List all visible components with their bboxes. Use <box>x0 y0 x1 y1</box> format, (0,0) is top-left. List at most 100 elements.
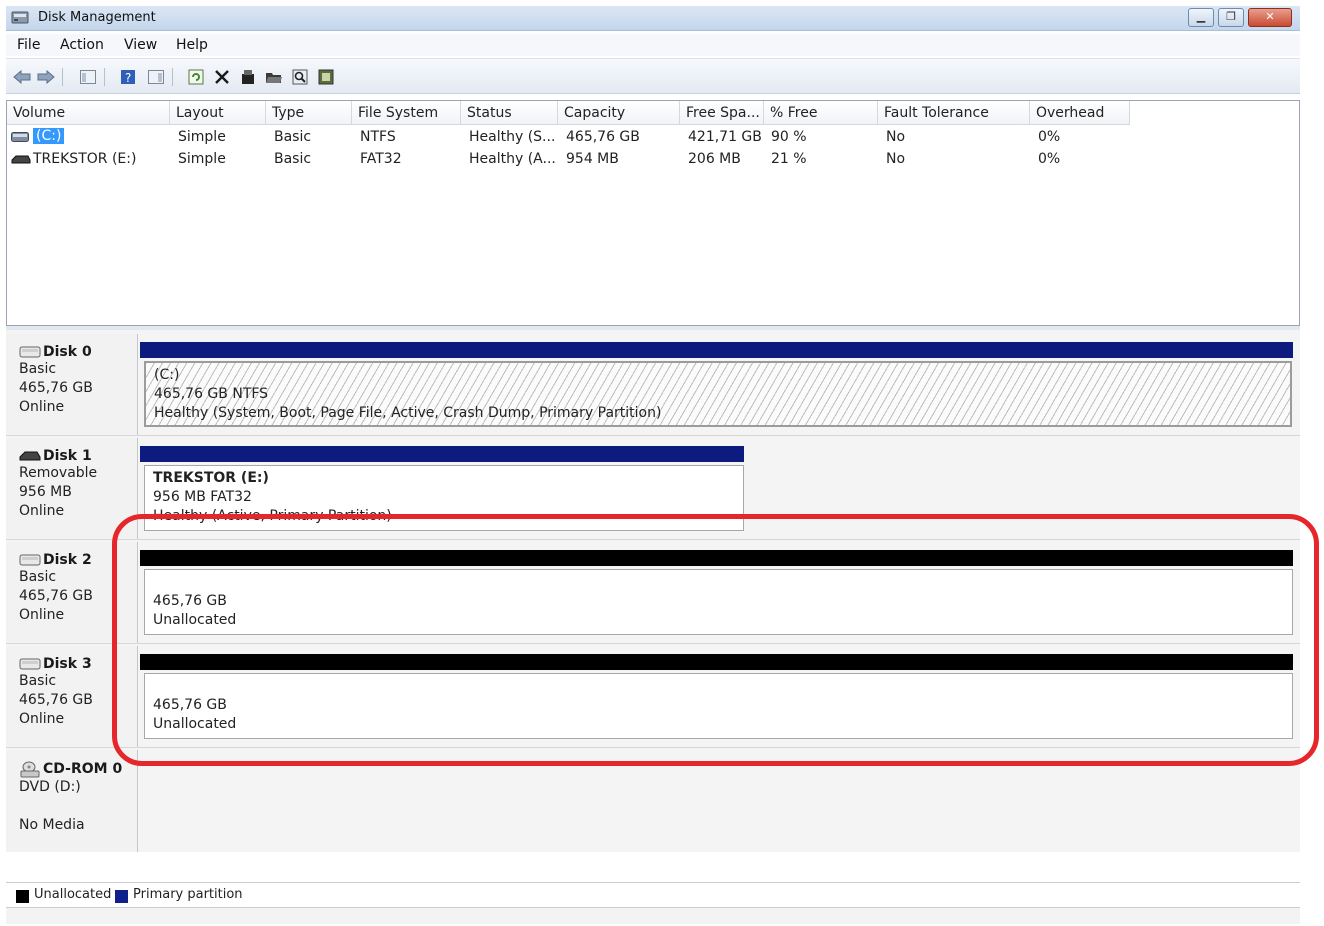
help-button[interactable]: ? <box>118 67 138 87</box>
back-arrow-icon <box>13 70 31 84</box>
hard-drive-icon <box>11 132 29 142</box>
properties-icon <box>242 70 254 84</box>
disk-state: Online <box>19 607 65 623</box>
primary-partition-bar <box>140 342 1293 358</box>
volume-file-system: NTFS <box>360 129 396 145</box>
column-header-layout[interactable]: Layout <box>170 101 266 125</box>
refresh-button[interactable] <box>186 67 206 87</box>
disk-kind: Removable <box>19 465 98 481</box>
removable-drive-icon <box>11 155 31 164</box>
show-hide-action-pane-button[interactable] <box>146 67 166 87</box>
disk-name: Disk 2 <box>43 552 92 568</box>
menu-file[interactable]: File <box>17 37 40 53</box>
back-button[interactable] <box>12 67 32 87</box>
disk-kind: Basic <box>19 361 57 377</box>
maximize-button[interactable]: ❐ <box>1218 8 1244 27</box>
removable-disk-icon <box>19 451 41 461</box>
unallocated-space[interactable]: 465,76 GB Unallocated <box>144 569 1293 635</box>
svg-text:?: ? <box>125 71 131 85</box>
close-button[interactable]: ✕ <box>1248 8 1292 27</box>
close-icon: ✕ <box>1265 10 1275 23</box>
disk-label[interactable]: Disk 0 Basic 465,76 GB Online <box>6 334 138 435</box>
column-header-fault-tolerance[interactable]: Fault Tolerance <box>878 101 1030 125</box>
menu-help[interactable]: Help <box>176 37 208 53</box>
forward-button[interactable] <box>36 67 56 87</box>
volume-capacity: 465,76 GB <box>566 129 640 145</box>
disk-settings-icon <box>318 69 334 85</box>
volume-c-partition[interactable]: (C:) 465,76 GB NTFS Healthy (System, Boo… <box>144 361 1292 427</box>
disk-label[interactable]: Disk 1 Removable 956 MB Online <box>6 438 138 539</box>
disk-label[interactable]: CD-ROM 0 DVD (D:) No Media <box>6 750 138 852</box>
volume-name[interactable]: TREKSTOR (E:) <box>33 151 136 167</box>
disk-state: No Media <box>19 817 85 833</box>
column-header-status[interactable]: Status <box>461 101 558 125</box>
disk-name: Disk 1 <box>43 448 92 464</box>
primary-partition-bar <box>140 446 744 462</box>
volume-overhead: 0% <box>1038 151 1061 167</box>
settings-button[interactable] <box>316 67 336 87</box>
primary-partition-swatch <box>115 890 128 903</box>
disk-icon <box>19 554 41 566</box>
help-icon: ? <box>121 70 135 85</box>
delete-x-icon <box>215 70 229 84</box>
menu-bar: File Action View Help <box>6 34 1300 56</box>
column-header-type[interactable]: Type <box>266 101 352 125</box>
column-header-volume[interactable]: Volume <box>7 101 170 125</box>
unallocated-size: 465,76 GB <box>153 593 227 609</box>
show-hide-console-tree-button[interactable] <box>78 67 98 87</box>
unallocated-swatch <box>16 890 29 903</box>
partition-size-fs: 956 MB FAT32 <box>153 489 252 505</box>
disk-size: 956 MB <box>19 484 72 500</box>
column-header-file-system[interactable]: File System <box>352 101 461 125</box>
console-tree-icon <box>80 70 96 84</box>
disk-name: Disk 0 <box>43 344 92 360</box>
menu-action[interactable]: Action <box>60 37 104 53</box>
legend-primary-partition: Primary partition <box>133 887 243 902</box>
unallocated-status: Unallocated <box>153 612 237 628</box>
volume-layout: Simple <box>178 151 226 167</box>
disk-label[interactable]: Disk 2 Basic 465,76 GB Online <box>6 542 138 643</box>
menu-view[interactable]: View <box>124 37 157 53</box>
open-button[interactable] <box>264 67 284 87</box>
disk-row-cdrom: CD-ROM 0 DVD (D:) No Media <box>6 750 1300 852</box>
disk-title: Disk 3 <box>19 656 137 672</box>
volume-type: Basic <box>274 151 312 167</box>
open-folder-icon <box>266 73 282 83</box>
disk-management-app-icon <box>11 11 29 24</box>
column-header-capacity[interactable]: Capacity <box>558 101 680 125</box>
volume-e-partition[interactable]: TREKSTOR (E:) 956 MB FAT32 Healthy (Acti… <box>144 465 744 531</box>
disk-title: CD-ROM 0 <box>19 760 137 778</box>
action-pane-icon <box>148 70 164 84</box>
disk-kind: Basic <box>19 569 57 585</box>
minimize-button[interactable]: ▁ <box>1188 8 1214 27</box>
disk-name: Disk 3 <box>43 656 92 672</box>
disk-size: 465,76 GB <box>19 588 93 604</box>
partition-status: Healthy (System, Boot, Page File, Active… <box>154 405 662 421</box>
disk-row-0: Disk 0 Basic 465,76 GB Online (C:) 465,7… <box>6 334 1300 436</box>
unallocated-space[interactable]: 465,76 GB Unallocated <box>144 673 1293 739</box>
column-header-percent-free[interactable]: % Free <box>764 101 878 125</box>
volume-name[interactable]: (C:) <box>33 128 65 144</box>
title-bar[interactable]: Disk Management ▁ ❐ ✕ <box>6 6 1300 31</box>
partition-label: (C:) <box>154 367 180 383</box>
disk-state: Online <box>19 711 65 727</box>
volume-percent-free: 21 % <box>771 151 807 167</box>
forward-arrow-icon <box>37 70 55 84</box>
properties-button[interactable] <box>238 67 258 87</box>
explore-button[interactable] <box>290 67 310 87</box>
column-header-free-space[interactable]: Free Spa... <box>680 101 764 125</box>
disk-label[interactable]: Disk 3 Basic 465,76 GB Online <box>6 646 138 747</box>
delete-button[interactable] <box>212 67 232 87</box>
toolbar-separator <box>62 68 63 86</box>
unallocated-bar <box>140 654 1293 670</box>
toolbar-separator <box>172 68 173 86</box>
volume-type: Basic <box>274 129 312 145</box>
table-row[interactable]: TREKSTOR (E:) Simple Basic FAT32 Healthy… <box>7 149 1299 170</box>
column-header-overhead[interactable]: Overhead <box>1030 101 1130 125</box>
cdrom-icon <box>20 761 40 778</box>
disk-title: Disk 2 <box>19 552 137 568</box>
disk-kind: Basic <box>19 673 57 689</box>
volume-file-system: FAT32 <box>360 151 402 167</box>
unallocated-size: 465,76 GB <box>153 697 227 713</box>
table-row[interactable]: (C:) Simple Basic NTFS Healthy (S... 465… <box>7 127 1299 148</box>
